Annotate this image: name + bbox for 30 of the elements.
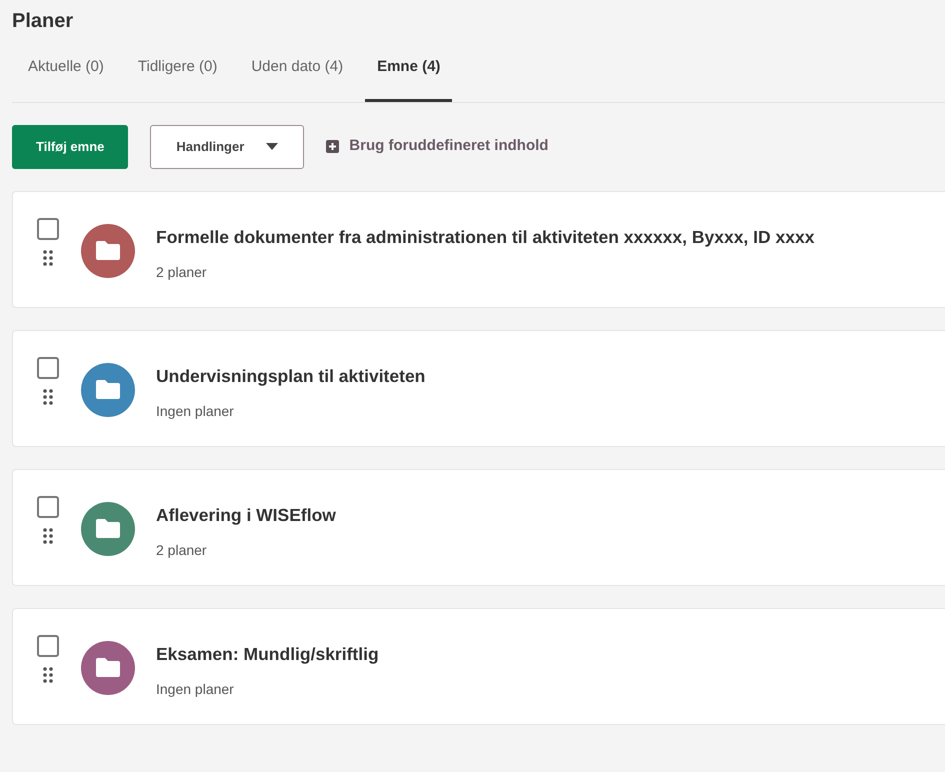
drag-handle-icon[interactable] <box>43 528 53 544</box>
predefined-content-link[interactable]: Brug foruddefineret indhold <box>326 135 548 158</box>
tab[interactable]: Emne (4) <box>365 56 452 102</box>
caret-icon <box>266 143 278 150</box>
topic-title[interactable]: Eksamen: Mundlig/skriftlig <box>156 640 379 667</box>
drag-handle-icon[interactable] <box>43 666 53 682</box>
checkbox[interactable] <box>37 356 59 378</box>
folder-icon <box>96 380 120 399</box>
folder-icon <box>96 519 120 538</box>
drag-handle-icon[interactable] <box>43 388 53 404</box>
topic-title[interactable]: Formelle dokumenter fra administrationen til aktiviteten xxxxxx, Byxxx, ID xxxx <box>156 224 814 250</box>
add-topic-button[interactable]: Tilføj emne <box>12 124 128 168</box>
folder-icon <box>96 241 120 260</box>
tab[interactable]: Aktuelle (0) <box>16 56 116 102</box>
topic-title[interactable]: Undervisningsplan til aktiviteten <box>156 362 426 389</box>
plus-icon <box>326 140 340 153</box>
plan-count: Ingen planer <box>156 680 234 699</box>
checkbox[interactable] <box>37 496 59 518</box>
actions-dropdown[interactable]: Handlinger <box>150 124 304 168</box>
checkbox[interactable] <box>37 634 59 656</box>
folder-icon <box>96 658 120 677</box>
drag-handle-icon[interactable] <box>43 250 53 266</box>
page-title: Planer <box>12 9 74 34</box>
plan-count: 2 planer <box>156 540 207 560</box>
tab[interactable]: Tidligere (0) <box>126 56 230 102</box>
tab[interactable]: Uden dato (4) <box>239 56 356 102</box>
plan-count: 2 planer <box>156 262 207 282</box>
plan-count: Ingen planer <box>156 402 234 421</box>
checkbox[interactable] <box>37 218 59 240</box>
topic-title[interactable]: Aflevering i WISEflow <box>156 502 336 528</box>
